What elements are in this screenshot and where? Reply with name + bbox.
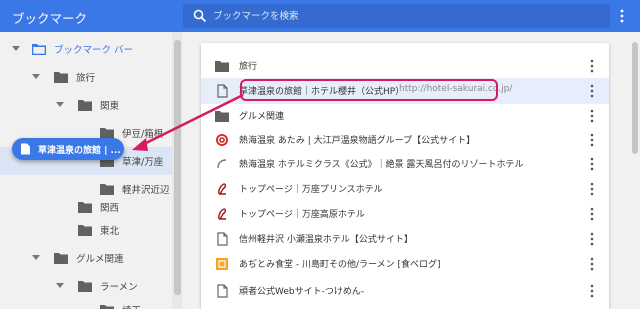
folder-icon [78, 225, 92, 236]
page-icon [217, 284, 228, 298]
expand-arrow-icon[interactable] [56, 102, 64, 108]
expand-arrow-icon[interactable] [32, 74, 40, 80]
search-icon [193, 9, 207, 23]
sidebar-item-label: 伊豆/箱根 [122, 129, 164, 140]
list-item[interactable]: トップページ｜万座プリンスホテル [201, 176, 609, 202]
sidebar-scrollbar-thumb[interactable] [174, 40, 181, 295]
item-title: 頑者公式Webサイト-つけめん- [239, 287, 365, 297]
folder-open-icon [32, 44, 46, 55]
page-icon [21, 143, 30, 155]
prince-logo-icon [218, 183, 227, 195]
tabelog-logo-icon [216, 258, 228, 270]
sidebar-item-label: 旅行 [76, 73, 96, 84]
list-item[interactable]: 旅行 [201, 53, 609, 79]
sidebar-item-label: 草津/万座 [122, 157, 164, 168]
list-item[interactable]: 頑者公式Webサイト-つけめん- [201, 278, 609, 304]
expand-arrow-icon[interactable] [12, 46, 20, 52]
more-vert-icon[interactable] [620, 9, 624, 23]
sidebar-item-label: グルメ関連 [76, 254, 124, 265]
dragged-bookmark-label: 草津温泉の旅館 | ... [38, 146, 121, 156]
sidebar-item-saitama[interactable]: 埼玉 [0, 296, 172, 309]
search-input[interactable] [213, 6, 593, 26]
folder-icon [78, 202, 92, 213]
oedo-logo-icon [216, 134, 228, 146]
more-vert-icon[interactable] [590, 133, 594, 147]
more-vert-icon[interactable] [590, 257, 594, 271]
more-vert-icon[interactable] [590, 157, 594, 171]
folder-icon [100, 305, 114, 309]
folder-icon [78, 281, 92, 292]
sidebar-item-gourmet[interactable]: グルメ関連 [0, 244, 172, 272]
list-item[interactable]: グルメ関連 [201, 103, 609, 129]
item-title: 信州軽井沢 小瀬温泉ホテル【公式サイト】 [239, 235, 413, 245]
sidebar-item-bookmark-bar[interactable]: ブックマーク バー [0, 35, 172, 63]
search-box[interactable] [183, 4, 610, 28]
sidebar-item-label: 関東 [100, 101, 120, 112]
sidebar-item-tohoku[interactable]: 東北 [0, 216, 172, 244]
top-bar: ブックマーク [0, 0, 640, 32]
item-title: 旅行 [239, 62, 258, 72]
item-title: トップページ｜万座プリンスホテル [239, 185, 383, 195]
item-title: 熱海温泉 あたみ | 大江戸温泉物語グループ【公式サイト】 [239, 136, 476, 146]
sidebar-item-label: ラーメン [100, 282, 138, 293]
item-title: 熱海温泉 ホテルミクラス《公式》｜絶景 露天風呂付のリゾートホテル [239, 160, 524, 170]
expand-arrow-icon[interactable] [32, 255, 40, 261]
sidebar-item-travel[interactable]: 旅行 [0, 63, 172, 91]
sidebar-item-label: 東北 [100, 226, 120, 237]
more-vert-icon[interactable] [590, 207, 594, 221]
more-vert-icon[interactable] [590, 84, 594, 98]
sidebar-item-kansai[interactable]: 関西 [0, 188, 172, 216]
more-vert-icon[interactable] [590, 109, 594, 123]
prince-logo-icon [218, 208, 227, 220]
sidebar-item-label: 関西 [100, 203, 120, 214]
page-icon [217, 84, 228, 98]
list-item[interactable]: 熱海温泉 ホテルミクラス《公式》｜絶景 露天風呂付のリゾートホテル [201, 151, 609, 177]
more-vert-icon[interactable] [590, 232, 594, 246]
folder-icon [78, 100, 92, 111]
sidebar-tree: ブックマーク バー 旅行 関東 伊豆/箱根 草津/万座 軽井沢近辺 関西 東北 … [0, 32, 182, 309]
folder-icon [54, 72, 68, 83]
list-item[interactable]: 熱海温泉 あたみ | 大江戸温泉物語グループ【公式サイト】 [201, 127, 609, 153]
item-title: グルメ関連 [239, 112, 285, 122]
dragged-bookmark-chip[interactable]: 草津温泉の旅館 | ... [12, 138, 124, 160]
mikuras-logo-icon [217, 159, 227, 169]
sidebar-item-label: 埼玉 [122, 303, 141, 309]
item-title: トップページ｜万座高原ホテル [239, 210, 365, 220]
sidebar-item-kanto[interactable]: 関東 [0, 91, 172, 119]
more-vert-icon[interactable] [590, 284, 594, 298]
page-icon [217, 232, 228, 246]
app-title: ブックマーク [12, 11, 88, 26]
highlight-box [240, 79, 498, 101]
list-item[interactable]: トップページ｜万座高原ホテル [201, 201, 609, 227]
expand-arrow-icon[interactable] [56, 283, 64, 289]
folder-icon [215, 61, 229, 72]
item-title: あぢとみ食堂 - 川島町その他/ラーメン [食べログ] [239, 260, 441, 270]
folder-icon [215, 111, 229, 122]
list-scrollbar-thumb[interactable] [632, 42, 638, 154]
more-vert-icon[interactable] [590, 59, 594, 73]
more-vert-icon[interactable] [590, 182, 594, 196]
list-item[interactable]: あぢとみ食堂 - 川島町その他/ラーメン [食べログ] [201, 251, 609, 277]
list-item[interactable]: 信州軽井沢 小瀬温泉ホテル【公式サイト】 [201, 226, 609, 252]
folder-icon [54, 253, 68, 264]
sidebar-item-label: ブックマーク バー [54, 45, 134, 56]
